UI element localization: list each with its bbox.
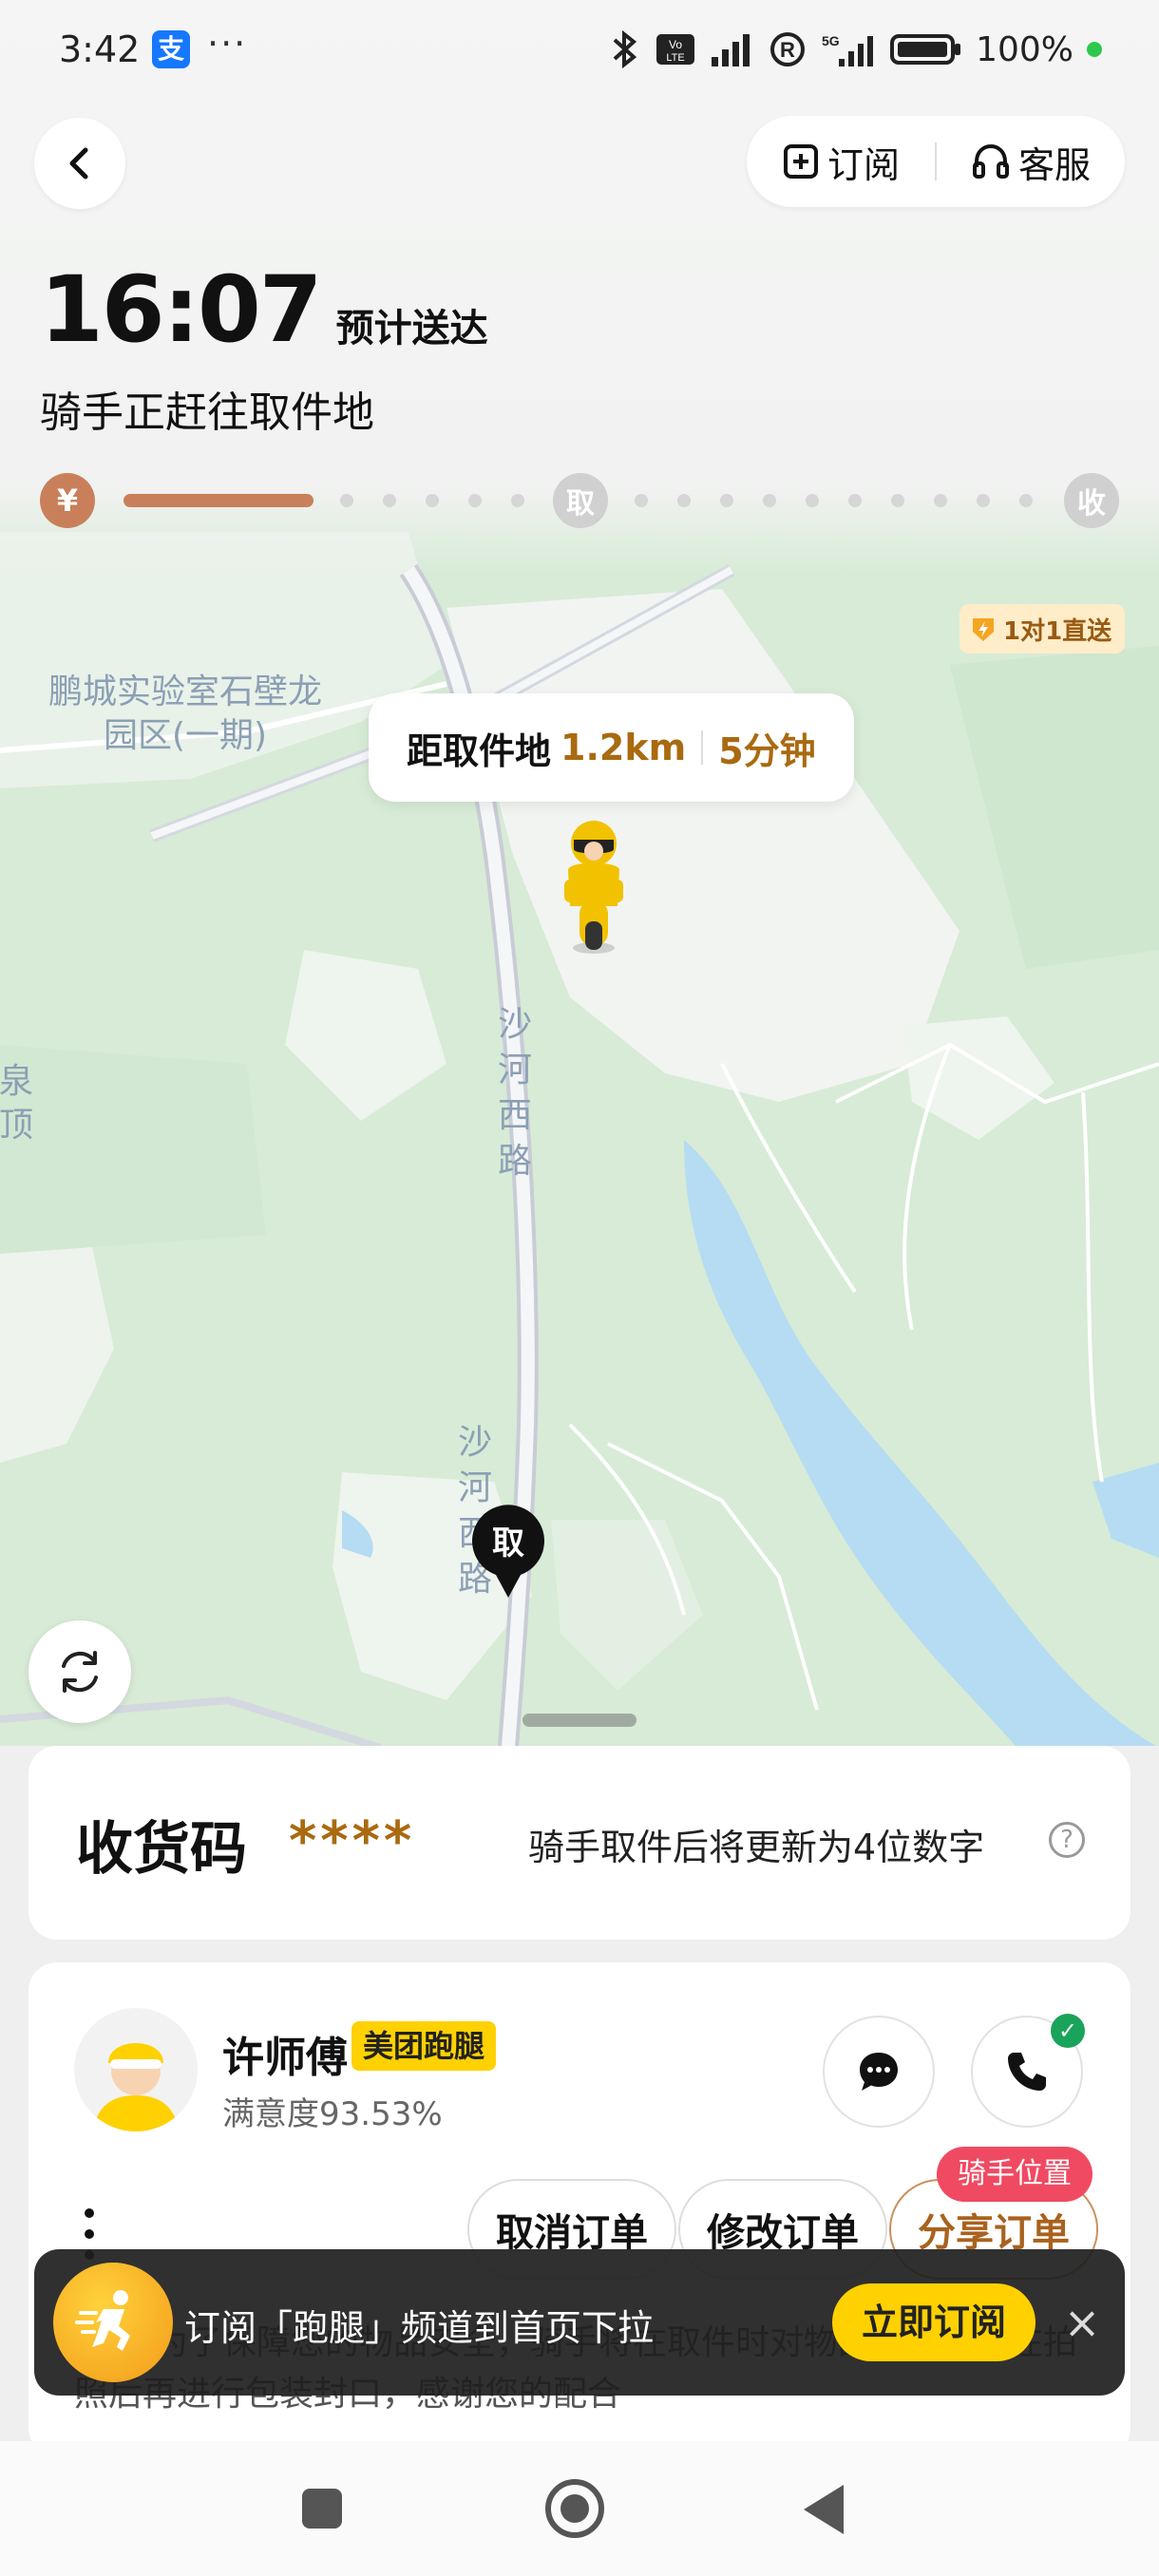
phone-icon [1008, 2053, 1046, 2091]
chat-icon [860, 2053, 898, 2091]
back-nav-button[interactable] [804, 2485, 844, 2534]
progress-dot [383, 494, 396, 507]
receive-code-hint: 骑手取件后将更新为4位数字 [528, 1827, 985, 1868]
progress-dot [677, 494, 691, 507]
headset-icon [972, 143, 1009, 179]
distance-eta: 5分钟 [718, 729, 816, 772]
rider-satisfaction: 满意度93.53% [222, 2095, 443, 2133]
battery-icon [890, 34, 961, 65]
r-icon: R [770, 32, 806, 66]
pickup-node: 取 [553, 473, 608, 528]
progress-dot [635, 494, 648, 507]
pickup-pin-label: 取 [492, 1525, 524, 1563]
volte-icon: VoLTE [656, 34, 695, 65]
progress-dot [891, 494, 904, 507]
distance-value: 1.2km [560, 727, 687, 768]
more-notifications-icon: ··· [207, 23, 248, 65]
receive-node: 收 [1064, 473, 1119, 528]
paid-node: ¥ [40, 473, 95, 528]
road-label-shahexi: 沙 河 西 路 [497, 1005, 532, 1181]
refresh-location-button[interactable] [28, 1620, 131, 1723]
progress-dot [848, 494, 862, 507]
progress-fill [124, 494, 314, 507]
toast-message: 订阅「跑腿」频道到首页下拉 [184, 2307, 655, 2349]
rider-position-tag[interactable]: 骑手位置 [937, 2147, 1092, 2202]
home-button[interactable] [545, 2479, 604, 2538]
rider-name: 许师傅 [222, 2034, 348, 2082]
sheet-drag-handle[interactable] [522, 1714, 636, 1727]
avatar [74, 2008, 198, 2131]
eta-block: 16:07 预计送达 [40, 256, 488, 363]
subscribe-toast: 订阅「跑腿」频道到首页下拉 立即订阅 × [34, 2249, 1125, 2396]
receive-code-masked: **** [289, 1810, 416, 1872]
pickup-location-pin[interactable]: 取 [469, 1505, 547, 1600]
chevron-left-icon [69, 147, 88, 180]
direct-delivery-label: 1对1直送 [1003, 616, 1112, 646]
poi-pengcheng-lab[interactable]: 鹏城实验室石壁龙 园区(一期) [28, 671, 342, 758]
recent-apps-button[interactable] [302, 2489, 342, 2529]
rider-service-badge: 美团跑腿 [352, 2021, 497, 2071]
close-icon[interactable]: × [1060, 2301, 1104, 2344]
progress-dot [763, 494, 776, 507]
lightning-icon [973, 618, 994, 641]
status-icons: Vo LTE R 5G 100% [609, 28, 1102, 70]
progress-dot [934, 494, 947, 507]
progress-dot [426, 494, 439, 507]
divider [701, 730, 704, 765]
receive-code-title: 收货码 [76, 1816, 247, 1883]
subscribe-label: 订阅 [826, 143, 900, 186]
errand-logo [53, 2263, 173, 2382]
back-button[interactable] [34, 118, 125, 209]
direct-delivery-badge: 1对1直送 [960, 604, 1126, 653]
svg-text:R: R [780, 38, 795, 62]
status-time: 3:42 [59, 28, 141, 70]
plus-square-icon [783, 144, 818, 179]
customer-service-button[interactable]: 客服 [937, 136, 1125, 188]
progress-dot [1019, 494, 1033, 507]
receive-code-card: 收货码 **** 骑手取件后将更新为4位数字 ? [28, 1746, 1130, 1940]
svg-text:5G: 5G [822, 33, 840, 48]
eta-time: 16:07 [40, 256, 323, 363]
delivery-progress: ¥ 取 收 [40, 473, 1119, 528]
header-actions: 订阅 客服 [747, 116, 1125, 207]
battery-percent: 100% [976, 29, 1074, 69]
verified-check-icon: ✓ [1051, 2014, 1085, 2048]
subscribe-now-button[interactable]: 立即订阅 [832, 2283, 1036, 2361]
progress-dot [806, 494, 819, 507]
signal-icon [712, 34, 750, 66]
service-label: 客服 [1017, 143, 1091, 186]
help-icon[interactable]: ? [1049, 1822, 1085, 1858]
status-bar: 3:42 支 ··· Vo LTE R 5G 100% [0, 0, 1159, 104]
svg-text:Vo: Vo [669, 38, 682, 51]
progress-dot [340, 494, 353, 507]
message-rider-button[interactable] [823, 2016, 935, 2128]
svg-text:LTE: LTE [666, 52, 684, 64]
subscribe-button[interactable]: 订阅 [747, 136, 935, 188]
eta-label: 预计送达 [335, 307, 488, 350]
rider-avatar-icon [93, 2043, 179, 2131]
alipay-icon: 支 [152, 30, 190, 68]
call-rider-button[interactable]: ✓ [971, 2014, 1085, 2128]
progress-dot [720, 494, 733, 507]
progress-dot [468, 494, 482, 507]
progress-dot [977, 494, 990, 507]
refresh-icon [62, 1651, 98, 1693]
rider-scooter-icon[interactable] [551, 815, 636, 957]
system-nav-bar [0, 2441, 1159, 2576]
distance-prefix: 距取件地 [407, 729, 552, 772]
running-man-icon [75, 2290, 130, 2351]
poi-quanding[interactable]: 泉顶 [0, 1060, 49, 1147]
distance-bubble: 距取件地 1.2km 5分钟 [369, 693, 854, 802]
order-status-text: 骑手正赶往取件地 [40, 388, 374, 437]
5g-signal-icon: 5G [822, 33, 874, 66]
progress-dot [511, 494, 524, 507]
bluetooth-icon [613, 30, 637, 68]
privacy-dot-icon [1087, 42, 1102, 57]
